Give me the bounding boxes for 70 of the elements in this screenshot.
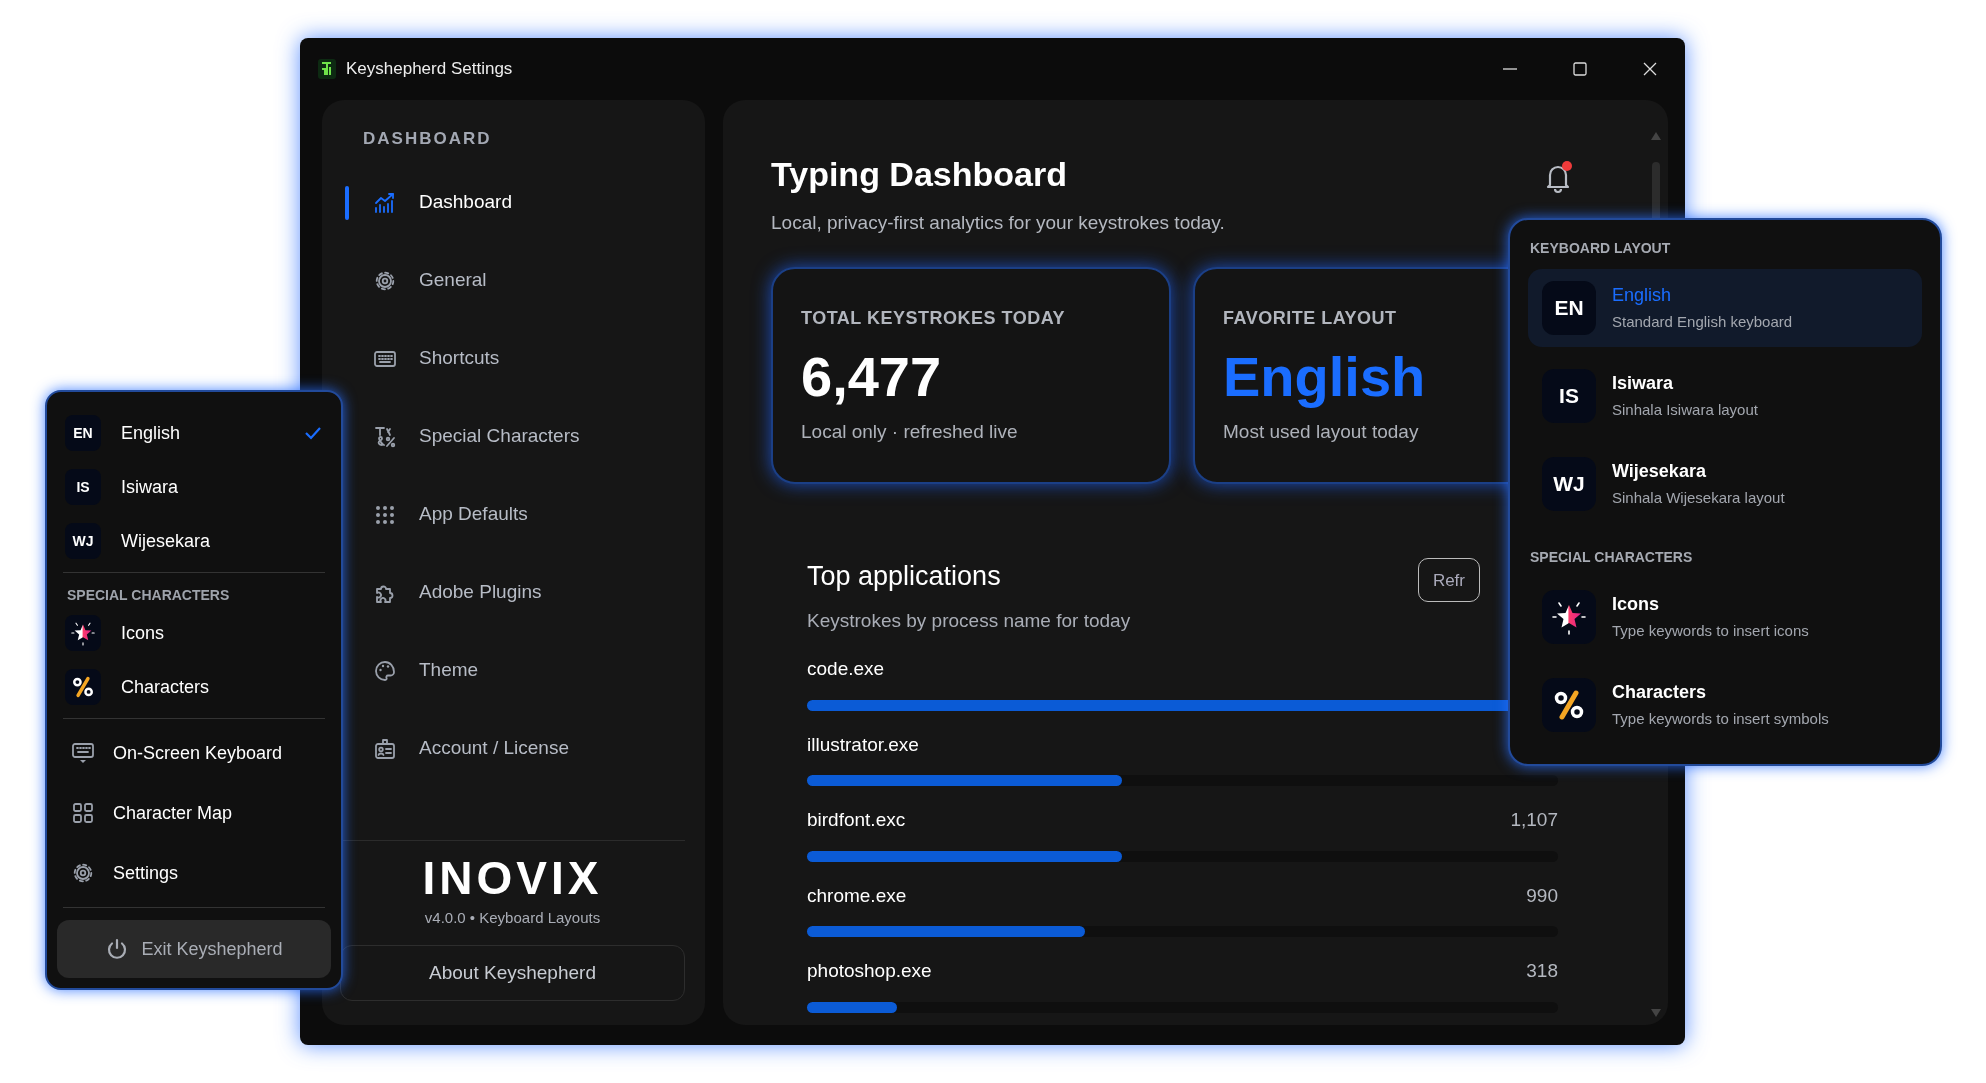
menu-item-description: Sinhala Isiwara layout — [1612, 400, 1758, 421]
layout-badge: WJ — [65, 523, 101, 559]
id-card-icon — [373, 736, 397, 761]
page-title: Typing Dashboard — [771, 154, 1068, 195]
menu-heading: SPECIAL CHARACTERS — [1530, 548, 1694, 567]
grid-icon — [71, 801, 95, 825]
menu-item[interactable]: WJ Wijesekara Sinhala Wijesekara layout — [1528, 445, 1922, 523]
menu-item[interactable]: EN English Standard English keyboard — [1528, 269, 1922, 347]
layout-badge: EN — [65, 415, 101, 451]
app-name: chrome.exe — [807, 883, 907, 908]
stat-note: Local only · refreshed live — [801, 419, 1019, 444]
app-name: photoshop.exe — [807, 959, 932, 984]
keystroke-count: 318 — [1526, 959, 1558, 984]
keystroke-count: 990 — [1526, 883, 1558, 908]
menu-item-label: English — [121, 421, 181, 445]
sidebar-item[interactable]: Account / License — [322, 717, 569, 780]
close-icon — [1643, 62, 1657, 76]
menu-item-label: Isiwara — [121, 475, 178, 499]
chart-icon — [373, 190, 397, 215]
stat-value: English — [1223, 346, 1427, 408]
settings-icon — [71, 861, 95, 885]
menu-item[interactable]: Icons Type keywords to insert icons — [1528, 578, 1922, 656]
menu-item-label: Wijesekara — [121, 529, 211, 553]
menu-item[interactable]: On-Screen Keyboard — [57, 723, 297, 783]
app-icon — [318, 59, 336, 79]
window-title: Keyshepherd Settings — [346, 58, 513, 81]
menu-item-title: Icons — [1612, 593, 1660, 617]
sidebar-item[interactable]: General — [322, 249, 487, 312]
section-title: Top applications — [807, 560, 1002, 594]
keystroke-count: 1,107 — [1510, 808, 1558, 833]
sidebar-heading: DASHBOARD — [362, 128, 492, 150]
menu-item[interactable]: IS Isiwara Sinhala Isiwara layout — [1528, 357, 1922, 435]
layout-badge: IS — [65, 469, 101, 505]
menu-item[interactable]: Characters Type keywords to insert symbols — [1528, 666, 1922, 744]
menu-item-description: Type keywords to insert symbols — [1612, 709, 1829, 730]
menu-item-description: Type keywords to insert icons — [1612, 621, 1809, 642]
refresh-button[interactable]: Refr — [1417, 558, 1480, 603]
menu-item-description: Sinhala Wijesekara layout — [1612, 488, 1785, 509]
layout-badge: IS — [1542, 369, 1596, 423]
page-subtitle: Local, privacy-first analytics for your keystrokes today. — [771, 210, 1225, 235]
sidebar-item[interactable]: Shortcuts — [322, 327, 500, 390]
maximize-icon — [1573, 62, 1587, 76]
stat-value: 6,477 — [801, 346, 943, 408]
stat-label: TOTAL KEYSTROKES TODAY — [801, 307, 1067, 331]
palette-icon — [373, 658, 397, 683]
menu-item-title: Characters — [1612, 681, 1708, 705]
stat-note: Most used layout today — [1223, 419, 1420, 444]
keyboard-icon — [71, 741, 95, 765]
menu-item-label: Icons — [121, 621, 165, 645]
menu-item-title: Isiwara — [1612, 372, 1675, 396]
menu-item-title: English — [1612, 284, 1673, 308]
app-name: code.exe — [807, 657, 885, 682]
app-name: birdfont.exc — [807, 808, 906, 833]
layout-badge: WJ — [1542, 457, 1596, 511]
app-name: illustrator.exe — [807, 732, 919, 757]
menu-item-label: Characters — [121, 675, 210, 699]
menu-heading: SPECIAL CHARACTERS — [66, 586, 231, 605]
menu-heading: KEYBOARD LAYOUT — [1530, 239, 1672, 258]
sidebar-item[interactable]: Dashboard — [322, 171, 512, 234]
menu-item[interactable]: Settings — [57, 843, 193, 903]
stat-label: FAVORITE LAYOUT — [1223, 307, 1398, 331]
menu-item[interactable]: Character Map — [57, 783, 247, 843]
section-subtitle: Keystrokes by process name for today — [807, 608, 1131, 633]
menu-item-description: Standard English keyboard — [1612, 312, 1793, 333]
brand-logo: INOVIX — [422, 854, 603, 901]
symbols-icon — [373, 424, 397, 449]
menu-item-title: Wijesekara — [1612, 460, 1707, 484]
version-text: v4.0.0 • Keyboard Layouts — [424, 907, 601, 928]
exit-button[interactable]: Exit Keyshepherd — [57, 920, 331, 978]
layout-badge: EN — [1542, 281, 1596, 335]
